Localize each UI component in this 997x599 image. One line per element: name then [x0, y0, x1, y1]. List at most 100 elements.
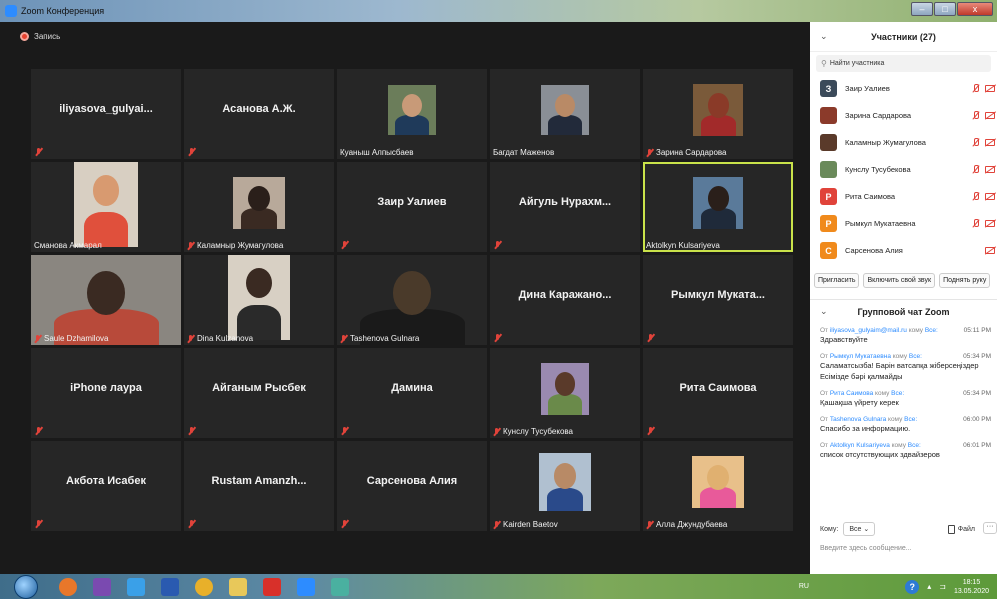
network-icon[interactable]: ⊐: [939, 582, 946, 591]
message-time: 06:00 PM: [963, 416, 991, 423]
participant-video: [233, 177, 285, 229]
participant-name: Рита Саимова: [679, 382, 757, 394]
message-sender[interactable]: Tashenova Gulnara: [830, 416, 886, 423]
participant-tile[interactable]: Рымкул Муката...: [643, 255, 793, 345]
participant-tile[interactable]: Айгуль Нурахм...: [490, 162, 640, 252]
avatar: Р: [820, 215, 837, 232]
recording-indicator[interactable]: Запись: [20, 32, 60, 41]
message-sender[interactable]: Рита Саимова: [830, 390, 873, 397]
participant-video: [541, 85, 589, 135]
participant-list: З Заир Уалиев Зарина Сардарова Каламныр Жум…: [810, 75, 997, 264]
more-button[interactable]: ···: [983, 522, 997, 534]
participant-tile[interactable]: Багдат Маженов: [490, 69, 640, 159]
participant-video: [692, 456, 744, 508]
participant-row-name: Заир Уалиев: [845, 84, 890, 93]
participant-tile[interactable]: Алла Джундубаева: [643, 441, 793, 531]
participant-row[interactable]: Каламныр Жумагулова: [810, 129, 997, 156]
participant-tile[interactable]: Рита Саимова: [643, 348, 793, 438]
participant-row[interactable]: С Сарсенова Алия: [810, 237, 997, 264]
participant-row[interactable]: Р Рита Саимова: [810, 183, 997, 210]
participant-tile[interactable]: Асанова А.Ж.: [184, 69, 334, 159]
participant-tile[interactable]: Saule Dzhamilova: [31, 255, 181, 345]
participant-tile[interactable]: Айганым Рысбек: [184, 348, 334, 438]
message-sender[interactable]: Рымкул Мукатаевна: [830, 353, 891, 360]
participant-tile[interactable]: Заир Уалиев: [337, 162, 487, 252]
participant-name: Сарсенова Алия: [366, 475, 458, 487]
participant-tile[interactable]: Дамина: [337, 348, 487, 438]
participant-name: Асанова А.Ж.: [222, 103, 296, 115]
participant-tile[interactable]: Aktolkyn Kulsariyeva: [643, 162, 793, 252]
mic-muted-icon: [188, 427, 195, 435]
explorer-icon[interactable]: [229, 577, 247, 596]
participant-tile[interactable]: Rustam Amanzh...: [184, 441, 334, 531]
participant-name: Rustam Amanzh...: [211, 475, 307, 487]
message-sender[interactable]: Aktolkyn Kulsariyeva: [830, 442, 890, 449]
start-button[interactable]: [14, 574, 38, 599]
chat-message: От Aktolkyn Kulsariyeva кому Все: 06:01 P…: [820, 442, 997, 460]
participant-tile[interactable]: Зарина Сардарова: [643, 69, 793, 159]
mic-muted-icon: [972, 138, 979, 147]
tray-arrow-icon[interactable]: ▴: [927, 582, 931, 591]
participant-tile[interactable]: Дина Каражано...: [490, 255, 640, 345]
chat-compose: Кому: Все ⌄ Файл ··· Введите здесь сообщ…: [820, 522, 997, 552]
winamp-icon[interactable]: [93, 577, 111, 596]
participant-tile[interactable]: Dina Kulzanova: [184, 255, 334, 345]
avatar: Р: [820, 188, 837, 205]
language-indicator[interactable]: RU: [799, 583, 809, 590]
chevron-down-icon[interactable]: ⌄: [820, 31, 828, 42]
participant-tile[interactable]: iliyasova_gulyai...: [31, 69, 181, 159]
to-label: Кому:: [820, 525, 839, 533]
chat-input[interactable]: Введите здесь сообщение...: [820, 545, 997, 552]
file-button[interactable]: Файл: [947, 524, 975, 534]
chevron-down-icon[interactable]: ⌄: [820, 306, 828, 317]
participant-tile[interactable]: Tashenova Gulnara: [337, 255, 487, 345]
word-icon[interactable]: [161, 577, 179, 596]
chat-message: От Рымкул Мукатаевна кому Все: 05:34 PM Са…: [820, 353, 997, 382]
camera-off-icon: [985, 139, 995, 146]
camera-off-icon: [985, 247, 995, 254]
unmute-self-button[interactable]: Включить свой звук: [863, 273, 936, 288]
mic-muted-icon: [647, 427, 654, 435]
help-icon[interactable]: ?: [905, 579, 920, 594]
participant-row[interactable]: Кунслу Тусубекова: [810, 156, 997, 183]
zoom-icon[interactable]: [297, 577, 315, 596]
participant-row[interactable]: Зарина Сардарова: [810, 102, 997, 129]
acrobat-icon[interactable]: [263, 577, 281, 596]
participant-name: Дина Каражано...: [518, 289, 612, 301]
mic-muted-icon: [646, 520, 653, 529]
close-button[interactable]: x: [957, 2, 993, 16]
recipient-select[interactable]: Все ⌄: [843, 522, 876, 536]
clock[interactable]: 18:15 13.05.2020: [954, 578, 989, 596]
participant-search-input[interactable]: ⚲ Найти участника: [816, 55, 991, 72]
minimize-button[interactable]: –: [911, 2, 933, 16]
raise-hand-button[interactable]: Поднять руку: [939, 273, 991, 288]
mic-muted-icon: [340, 334, 347, 343]
participant-tile[interactable]: Куаныш Алпысбаев: [337, 69, 487, 159]
participant-tile[interactable]: Кунслу Тусубекова: [490, 348, 640, 438]
participant-tile[interactable]: Kairden Baetov: [490, 441, 640, 531]
participant-name: iliyasova_gulyai...: [59, 103, 153, 115]
ie-icon[interactable]: [127, 577, 145, 596]
invite-button[interactable]: Пригласить: [814, 273, 860, 288]
participant-tile[interactable]: Каламныр Жумагулова: [184, 162, 334, 252]
firefox-icon[interactable]: [59, 577, 77, 596]
participant-tile[interactable]: iPhone лаура: [31, 348, 181, 438]
camera-off-icon: [985, 166, 995, 173]
message-sender[interactable]: iliyasova_gulyaim@mail.ru: [830, 327, 907, 334]
participant-row-name: Каламныр Жумагулова: [845, 138, 926, 147]
participant-row[interactable]: З Заир Уалиев: [810, 75, 997, 102]
chrome-icon[interactable]: [195, 577, 213, 596]
participant-tile[interactable]: Сманова Акмарал: [31, 162, 181, 252]
mic-muted-icon: [647, 334, 654, 342]
mic-muted-icon: [341, 520, 348, 528]
participant-name: Saule Dzhamilova: [34, 334, 108, 343]
paint-icon[interactable]: [331, 577, 349, 596]
participant-tile[interactable]: Сарсенова Алия: [337, 441, 487, 531]
participant-name: Дамина: [391, 382, 433, 394]
participant-video: [31, 255, 181, 345]
mic-muted-icon: [494, 334, 501, 342]
participant-tile[interactable]: Акбота Исабек: [31, 441, 181, 531]
maximize-button[interactable]: □: [934, 2, 956, 16]
participant-row[interactable]: Р Рымкул Мукатаевна: [810, 210, 997, 237]
chat-messages: От iliyasova_gulyaim@mail.ru кому Все: 05…: [820, 327, 997, 468]
